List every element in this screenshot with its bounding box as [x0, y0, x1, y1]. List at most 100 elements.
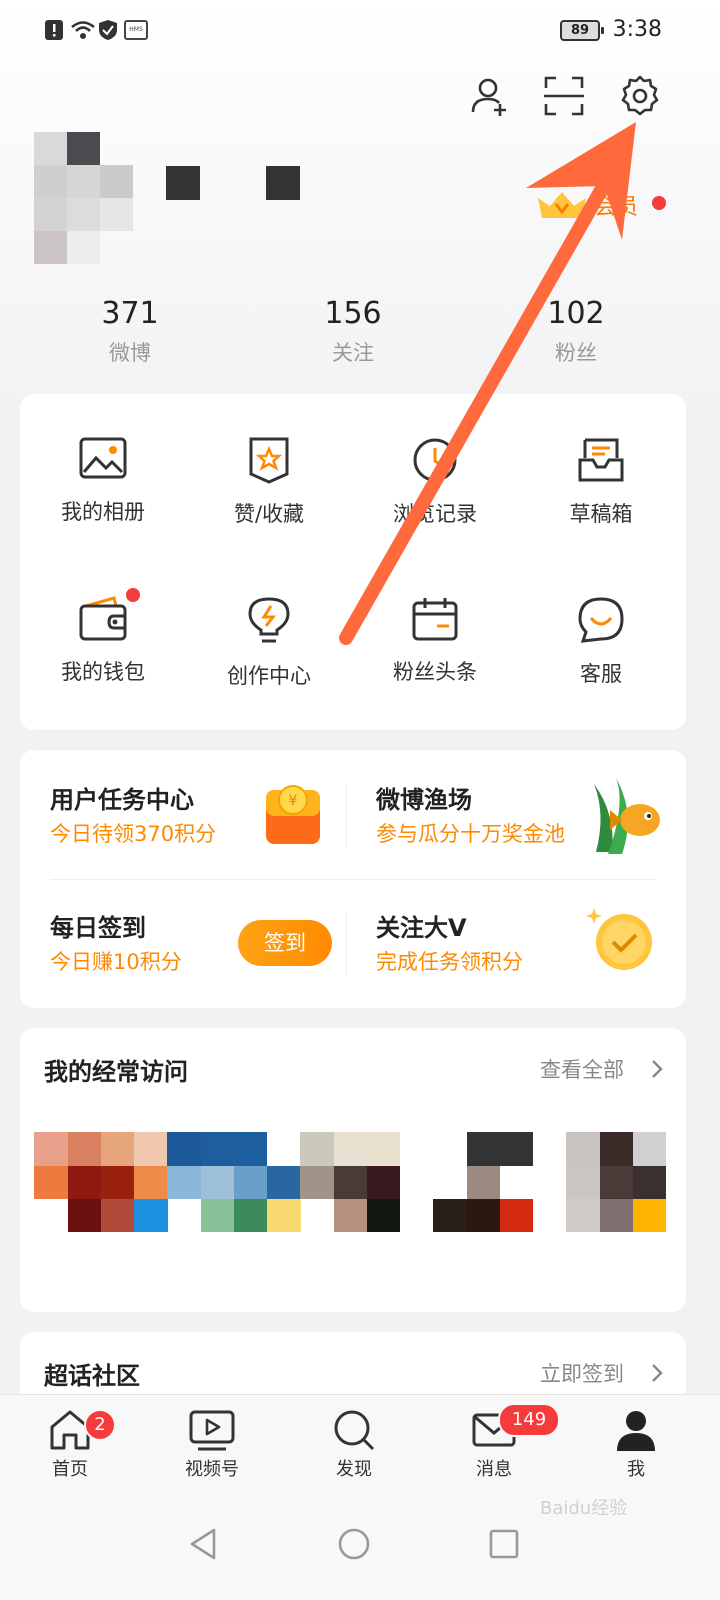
user-icon	[617, 1411, 655, 1451]
task-title: 微博渔场	[376, 786, 472, 814]
grid-label: 我的钱包	[61, 660, 145, 684]
tab-label: 首页	[52, 1459, 88, 1480]
grid-item-customer-service[interactable]: 客服	[518, 596, 684, 688]
tab-label: 视频号	[185, 1459, 239, 1480]
grid-label: 粉丝头条	[393, 660, 477, 684]
task-subtitle: 今日待领370积分	[50, 822, 217, 846]
username-mosaic-block	[266, 166, 300, 200]
vip-badge[interactable]: 会员	[534, 188, 638, 222]
coin-pouch-icon: ¥	[266, 785, 320, 844]
chevron-right-icon[interactable]	[650, 1362, 664, 1384]
nav-recents-icon[interactable]	[486, 1526, 522, 1562]
task-title: 每日签到	[50, 914, 146, 942]
search-icon	[334, 1410, 375, 1451]
bookmark-star-icon	[249, 437, 289, 484]
settings-gear-icon[interactable]	[618, 74, 662, 118]
svg-text:¥: ¥	[289, 793, 298, 809]
username-mosaic-block	[166, 166, 200, 200]
grid-item-likes[interactable]: 赞/收藏	[186, 436, 352, 528]
signin-button[interactable]: 签到	[238, 920, 332, 966]
shortcut-grid-card: 我的相册 赞/收藏 浏览记录 草稿箱 我的钱包 创作中心 粉丝头条 客服	[20, 394, 686, 730]
add-friend-icon[interactable]	[468, 74, 512, 118]
chevron-right-icon[interactable]	[650, 1058, 664, 1080]
task-title: 关注大V	[376, 914, 467, 942]
view-all-link[interactable]: 查看全部	[540, 1054, 624, 1084]
tab-video[interactable]: 视频号	[162, 1409, 262, 1481]
lightbulb-icon	[248, 597, 290, 643]
task-card: 用户任务中心 今日待领370积分 ¥ 微博渔场 参与瓜分十万奖金池 每日签到 今…	[20, 750, 686, 1008]
frequent-avatar[interactable]	[34, 1132, 168, 1232]
section-title: 超话社区	[44, 1362, 140, 1390]
tab-label: 发现	[336, 1459, 372, 1480]
stat-count: 371	[101, 296, 159, 331]
photo-album-icon	[79, 437, 127, 479]
stat-weibo[interactable]: 371 微博	[50, 296, 210, 367]
grid-label: 赞/收藏	[233, 502, 305, 526]
inbox-tray-icon	[578, 438, 624, 482]
stat-label: 关注	[332, 341, 374, 365]
grid-label: 客服	[580, 662, 622, 686]
grid-label: 创作中心	[227, 664, 311, 688]
task-subtitle: 参与瓜分十万奖金池	[376, 822, 565, 846]
hms-icon: HMS	[124, 20, 148, 40]
status-time: 3:38	[612, 17, 662, 42]
divider	[346, 784, 347, 848]
bottom-tab-bar: 首页 2 视频号 发现 消息 149 我	[0, 1394, 720, 1498]
tab-label: 消息	[476, 1459, 512, 1480]
divider	[50, 879, 656, 880]
calendar-icon	[412, 598, 458, 641]
section-title: 我的经常访问	[44, 1058, 188, 1086]
grid-item-history[interactable]: 浏览记录	[352, 436, 518, 528]
crown-icon	[538, 192, 586, 218]
home-badge: 2	[84, 1409, 116, 1441]
task-title: 用户任务中心	[50, 786, 194, 814]
tab-label: 我	[627, 1459, 645, 1480]
alert-icon	[45, 20, 63, 40]
stat-fans[interactable]: 102 粉丝	[496, 296, 656, 367]
task-subtitle: 完成任务领积分	[376, 950, 523, 974]
signin-now-link[interactable]: 立即签到	[540, 1358, 624, 1388]
grid-item-wallet[interactable]: 我的钱包	[20, 596, 186, 686]
stat-label: 微博	[109, 341, 151, 365]
frequent-visits-card: 我的经常访问 查看全部	[20, 1028, 686, 1312]
frequent-avatar[interactable]	[433, 1132, 533, 1232]
nav-home-icon[interactable]	[336, 1526, 372, 1562]
divider	[346, 912, 347, 976]
watermark: Baidu经验	[540, 1498, 628, 1519]
messages-badge: 149	[498, 1403, 560, 1437]
wifi-icon	[71, 21, 95, 39]
frequent-avatar[interactable]	[167, 1132, 301, 1232]
grid-label: 浏览记录	[393, 502, 477, 526]
stat-label: 粉丝	[555, 341, 597, 365]
stat-count: 156	[324, 296, 382, 331]
clock-icon	[413, 438, 457, 482]
fish-icon	[594, 778, 660, 854]
task-subtitle: 今日赚10积分	[50, 950, 182, 974]
wallet-icon	[79, 596, 127, 641]
supertopic-card: 超话社区 立即签到	[20, 1332, 686, 1402]
grid-item-album[interactable]: 我的相册	[20, 436, 186, 526]
video-play-icon	[189, 1410, 235, 1451]
nav-back-icon[interactable]	[186, 1526, 220, 1562]
frequent-avatar[interactable]	[566, 1132, 666, 1232]
gold-check-medal-icon	[586, 908, 652, 970]
tab-discover[interactable]: 发现	[304, 1409, 404, 1481]
chat-smile-icon	[578, 597, 624, 643]
status-bar: HMS 89 3:38	[0, 0, 720, 60]
scan-icon[interactable]	[542, 74, 586, 118]
grid-label: 草稿箱	[569, 502, 633, 526]
profile-stats: 371 微博 156 关注 102 粉丝	[0, 296, 720, 376]
battery-indicator: 89	[560, 20, 604, 41]
stat-count: 102	[547, 296, 605, 331]
grid-item-fans-headline[interactable]: 粉丝头条	[352, 596, 518, 686]
avatar[interactable]	[34, 132, 134, 264]
stat-following[interactable]: 156 关注	[273, 296, 433, 367]
frequent-avatar[interactable]	[300, 1132, 400, 1232]
notification-dot	[652, 196, 666, 210]
grid-item-creator[interactable]: 创作中心	[186, 596, 352, 690]
grid-item-drafts[interactable]: 草稿箱	[518, 436, 684, 528]
tab-me[interactable]: 我	[586, 1409, 686, 1481]
shield-icon	[99, 20, 117, 40]
grid-label: 我的相册	[61, 500, 145, 524]
wallet-notification-dot	[126, 588, 140, 602]
